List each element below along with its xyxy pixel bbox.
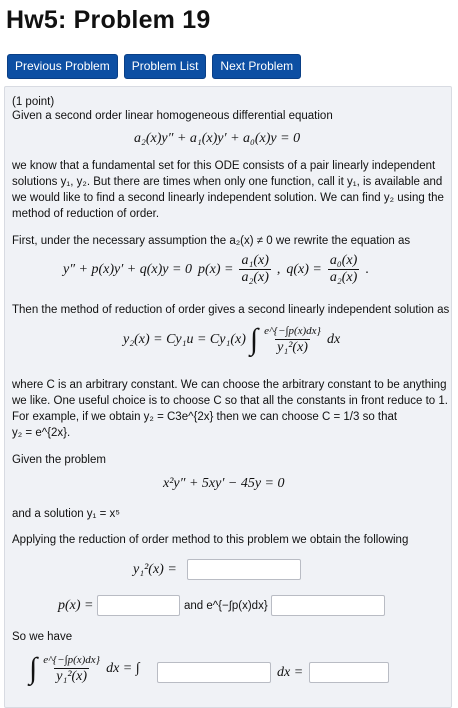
y2-denominator: y₁²(x) bbox=[275, 339, 310, 355]
given-label: Given the problem bbox=[12, 454, 106, 466]
exp-integral-input[interactable] bbox=[271, 595, 385, 616]
paragraph-4-line-2: we like. One useful choice is to choose … bbox=[12, 395, 448, 407]
p-denominator: a₂(x) bbox=[239, 269, 271, 285]
y2-formula-left: y₂(x) = Cy₁u = Cy₁(x) bbox=[123, 331, 246, 347]
exp-integral-label: and e^{−∫p(x)dx} = bbox=[184, 600, 278, 612]
p-label: p(x) = bbox=[197, 261, 234, 277]
final-fraction: e^{−∫p(x)dx} y₁²(x) bbox=[41, 652, 102, 685]
p-fraction: a₁(x) a₂(x) bbox=[239, 253, 271, 286]
problem-list-button[interactable]: Problem List bbox=[123, 54, 207, 79]
given-equation: x²y″ + 5xy′ − 45y = 0 bbox=[163, 476, 285, 491]
px-label: p(x) = bbox=[58, 598, 94, 613]
q-denominator: a₂(x) bbox=[327, 269, 360, 285]
problem-panel: (1 point) Given a second order linear ho… bbox=[4, 86, 452, 708]
main-equation: a₂(x)y″ + a₁(x)y′ + a₀(x)y = 0 bbox=[134, 131, 301, 146]
final-mid: dx = ∫ bbox=[106, 660, 140, 676]
next-problem-button[interactable]: Next Problem bbox=[212, 54, 302, 79]
y2-numerator: e^{−∫p(x)dx} bbox=[264, 325, 321, 337]
q-label: q(x) = bbox=[286, 261, 322, 277]
previous-problem-button[interactable]: Previous Problem bbox=[7, 54, 118, 79]
y1-squared-label: y₁²(x) = bbox=[133, 562, 177, 577]
integrand-input[interactable] bbox=[157, 662, 271, 683]
integral-sign-icon: ∫ bbox=[249, 322, 259, 356]
paragraph-1-line-4: method of reduction of order. bbox=[12, 208, 160, 220]
paragraph-4-line-3: For example, if we obtain y₂ = C3e^{2x} … bbox=[12, 411, 398, 423]
rewrite-equation-left: y″ + p(x)y′ + q(x)y = 0 bbox=[63, 261, 192, 277]
paragraph-4-line-1: where C is an arbitrary constant. We can… bbox=[12, 379, 447, 391]
final-integral: ∫ e^{−∫p(x)dx} y₁²(x) dx = ∫ bbox=[29, 652, 140, 685]
page-title: Hw5: Problem 19 bbox=[6, 6, 211, 34]
paragraph-2: First, under the necessary assumption th… bbox=[12, 235, 411, 247]
rewrite-equation: y″ + p(x)y′ + q(x)y = 0 p(x) = a₁(x) a₂(… bbox=[63, 253, 369, 286]
paragraph-1-line-2: solutions y₁, y₂. But there are times wh… bbox=[12, 176, 443, 188]
y2-dx: dx bbox=[326, 331, 341, 347]
y2-fraction: e^{−∫p(x)dx} y₁²(x) bbox=[262, 323, 323, 356]
p-numerator: a₁(x) bbox=[241, 253, 269, 268]
intro-text: Given a second order linear homogeneous … bbox=[12, 110, 333, 122]
problem-navigation: Previous Problem Problem List Next Probl… bbox=[7, 54, 302, 79]
paragraph-3: Then the method of reduction of order gi… bbox=[12, 304, 450, 316]
paragraph-1-line-3: we would like to find a second linearly … bbox=[12, 192, 444, 204]
integral-result-input[interactable] bbox=[309, 662, 389, 683]
final-denominator: y₁²(x) bbox=[54, 668, 90, 684]
solution-label: and a solution y₁ = x⁵ bbox=[12, 508, 121, 520]
integral-sign-icon: ∫ bbox=[29, 651, 38, 685]
applying-label: Applying the reduction of order method t… bbox=[12, 534, 409, 546]
paragraph-1-line-1: we know that a fundamental set for this … bbox=[12, 160, 436, 172]
y1-squared-input[interactable] bbox=[187, 559, 301, 580]
q-fraction: a₀(x) a₂(x) bbox=[327, 253, 360, 286]
final-numerator: e^{−∫p(x)dx} bbox=[43, 654, 101, 666]
q-numerator: a₀(x) bbox=[329, 253, 358, 268]
so-we-have-label: So we have bbox=[12, 631, 73, 643]
px-input[interactable] bbox=[97, 595, 180, 616]
paragraph-4-line-4: y₂ = e^{2x}. bbox=[12, 427, 71, 439]
final-dx-label: dx = bbox=[277, 665, 304, 680]
y2-formula: y₂(x) = Cy₁u = Cy₁(x) ∫ e^{−∫p(x)dx} y₁²… bbox=[123, 323, 340, 356]
